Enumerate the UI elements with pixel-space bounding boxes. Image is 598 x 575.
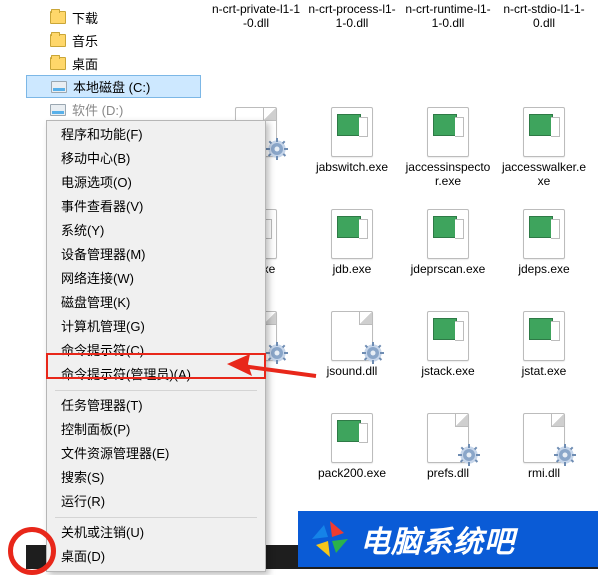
context-menu-item[interactable]: 磁盘管理(K) [47,291,265,315]
exe-icon [516,310,572,362]
file-name: jstat.exe [522,364,567,378]
file-item[interactable]: jsound.dll [304,310,400,408]
tree-item-label: 本地磁盘 (C:) [73,77,150,96]
tree-item-label: 桌面 [72,54,98,73]
context-menu-item[interactable]: 命令提示符(管理员)(A) [47,363,265,387]
context-menu-separator [55,517,257,518]
context-menu-item[interactable]: 运行(R) [47,490,265,514]
file-item[interactable]: n-crt-process-l1-1-0.dll [304,4,400,102]
file-name: jaccessinspector.exe [403,160,493,188]
tree-item[interactable]: 本地磁盘 (C:) [26,75,201,98]
context-menu-item[interactable]: 任务管理器(T) [47,394,265,418]
file-item[interactable]: pack200.exe [304,412,400,510]
tree-item[interactable]: 下载 [26,6,201,29]
file-item[interactable]: jabswitch.exe [304,106,400,204]
folder-icon [50,10,66,26]
file-item[interactable]: jaccesswalker.exe [496,106,592,204]
file-name: jdeprscan.exe [411,262,486,276]
brand-banner: 电脑系统吧 [298,511,598,567]
file-name: jdb.exe [333,262,372,276]
file-name: pack200.exe [318,466,386,480]
file-item[interactable]: jdb.exe [304,208,400,306]
file-name: jstack.exe [421,364,474,378]
context-menu-item[interactable]: 移动中心(B) [47,147,265,171]
exe-icon [324,412,380,464]
file-name: n-crt-private-l1-1-0.dll [211,2,301,30]
file-item[interactable]: jaccessinspector.exe [400,106,496,204]
file-item[interactable]: n-crt-stdio-l1-1-0.dll [496,4,592,102]
file-name: jdeps.exe [518,262,569,276]
exe-icon [324,208,380,260]
tree-item[interactable]: 桌面 [26,52,201,75]
file-name: n-crt-process-l1-1-0.dll [307,2,397,30]
dll-icon [516,412,572,464]
brand-logo-icon [310,519,350,559]
context-menu-item[interactable]: 计算机管理(G) [47,315,265,339]
context-menu-item[interactable]: 命令提示符(C) [47,339,265,363]
file-name: jsound.dll [327,364,378,378]
context-menu-separator [55,390,257,391]
file-item[interactable]: jstack.exe [400,310,496,408]
tree-item-label: 音乐 [72,31,98,50]
file-name: jabswitch.exe [316,160,388,174]
file-name: n-crt-stdio-l1-1-0.dll [499,2,589,30]
file-item[interactable]: prefs.dll [400,412,496,510]
exe-icon [516,106,572,158]
disk-icon [50,102,66,118]
folder-tree: 下载音乐桌面本地磁盘 (C:) 软件 (D:) [26,0,201,121]
context-menu-item[interactable]: 系统(Y) [47,219,265,243]
file-item[interactable]: jdeps.exe [496,208,592,306]
context-menu-item[interactable]: 设备管理器(M) [47,243,265,267]
dll-icon [324,310,380,362]
exe-icon [420,106,476,158]
file-item[interactable]: n-crt-runtime-l1-1-0.dll [400,4,496,102]
file-name: prefs.dll [427,466,469,480]
context-menu-item[interactable]: 关机或注销(U) [47,521,265,545]
file-item[interactable]: rmi.dll [496,412,592,510]
context-menu-item[interactable]: 事件查看器(V) [47,195,265,219]
context-menu-item[interactable]: 控制面板(P) [47,418,265,442]
file-name: jaccesswalker.exe [499,160,589,188]
dll-icon [420,412,476,464]
context-menu-item[interactable]: 程序和功能(F) [47,123,265,147]
disk-icon [51,79,67,95]
file-item[interactable]: jdeprscan.exe [400,208,496,306]
folder-icon [50,33,66,49]
folder-icon [50,56,66,72]
file-item[interactable]: n-crt-private-l1-1-0.dll [208,4,304,102]
exe-icon [324,106,380,158]
context-menu-item[interactable]: 搜索(S) [47,466,265,490]
tree-item[interactable]: 软件 (D:) [26,98,201,121]
file-item[interactable]: jstat.exe [496,310,592,408]
context-menu-item[interactable]: 桌面(D) [47,545,265,569]
exe-icon [420,310,476,362]
context-menu-item[interactable]: 文件资源管理器(E) [47,442,265,466]
context-menu-item[interactable]: 网络连接(W) [47,267,265,291]
file-name: n-crt-runtime-l1-1-0.dll [403,2,493,30]
context-menu-item[interactable]: 电源选项(O) [47,171,265,195]
tree-item-label: 下载 [72,8,98,27]
brand-text: 电脑系统吧 [360,517,515,561]
winx-context-menu: 程序和功能(F)移动中心(B)电源选项(O)事件查看器(V)系统(Y)设备管理器… [46,120,266,572]
exe-icon [516,208,572,260]
tree-item[interactable]: 音乐 [26,29,201,52]
tree-item-label: 软件 (D:) [72,100,123,119]
file-name: rmi.dll [528,466,560,480]
annotation-start-circle [8,527,56,575]
exe-icon [420,208,476,260]
